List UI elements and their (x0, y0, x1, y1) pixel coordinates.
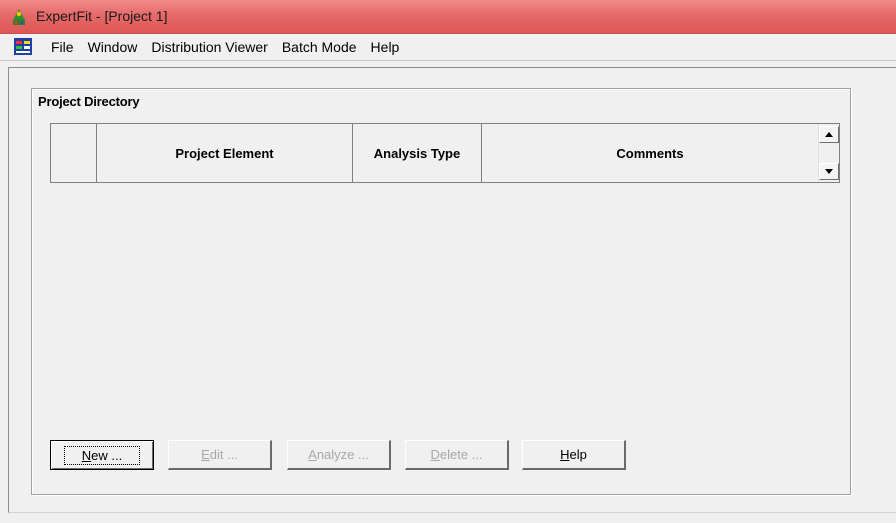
analyze-button[interactable]: Analyze ... (287, 440, 391, 470)
menu-help[interactable]: Help (364, 34, 407, 60)
menu-distribution-viewer[interactable]: Distribution Viewer (144, 34, 274, 60)
column-header-project-element[interactable]: Project Element (97, 124, 353, 182)
project-directory-grid[interactable]: Project Element Analysis Type Comments (50, 123, 840, 183)
mdi-child-system-icon[interactable] (14, 38, 32, 55)
project-directory-title: Project Directory (38, 94, 140, 109)
window-title: ExpertFit - [Project 1] (36, 8, 168, 24)
analyze-button-label: Analyze ... (308, 447, 369, 462)
help-button-label: Help (560, 447, 587, 462)
help-button[interactable]: Help (522, 440, 626, 470)
scroll-up-button[interactable] (819, 126, 839, 143)
edit-button-label: Edit ... (201, 447, 238, 462)
title-bar[interactable]: ExpertFit - [Project 1] (0, 0, 896, 34)
edit-button[interactable]: Edit ... (168, 440, 272, 470)
arrow-up-icon (825, 132, 833, 137)
menu-file[interactable]: File (45, 34, 81, 60)
column-header-analysis-type[interactable]: Analysis Type (353, 124, 482, 182)
delete-button-label: Delete ... (430, 447, 483, 462)
menu-bar: File Window Distribution Viewer Batch Mo… (0, 34, 896, 61)
arrow-down-icon (825, 169, 833, 174)
column-header-comments[interactable]: Comments (482, 124, 818, 182)
scroll-down-button[interactable] (819, 163, 839, 180)
vertical-scrollbar[interactable] (818, 124, 839, 182)
new-button[interactable]: New ... (50, 440, 154, 470)
row-selector-header (51, 124, 97, 182)
new-button-label: New ... (63, 445, 141, 465)
delete-button[interactable]: Delete ... (405, 440, 509, 470)
menu-window[interactable]: Window (81, 34, 145, 60)
expertfit-app-icon (13, 9, 25, 25)
menu-batch-mode[interactable]: Batch Mode (275, 34, 364, 60)
